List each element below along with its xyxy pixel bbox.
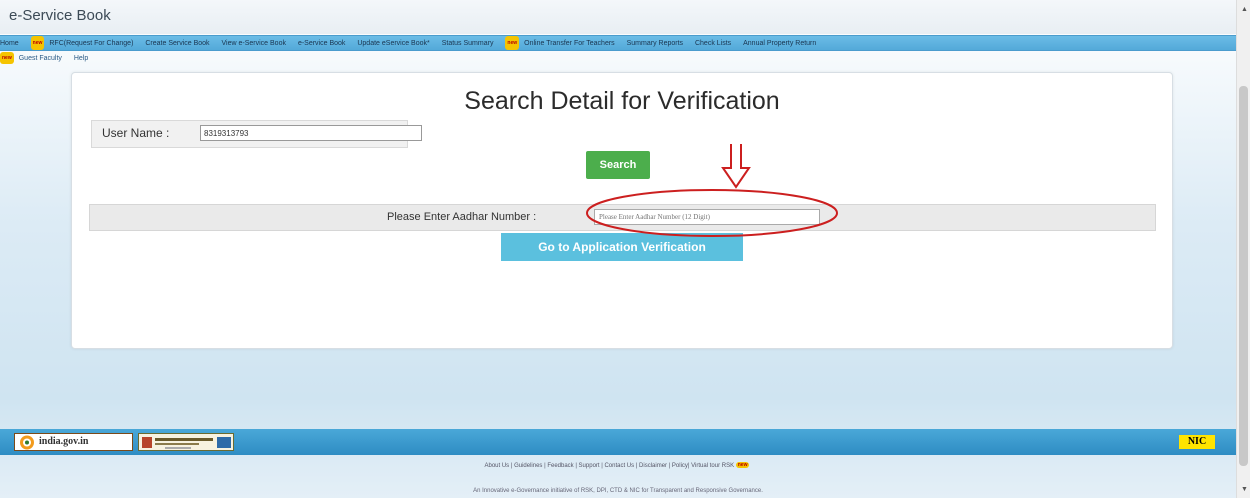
india-gov-logo[interactable]: india.gov.in — [14, 433, 133, 451]
new-badge-icon: new — [505, 36, 520, 50]
app-title: e-Service Book — [9, 7, 111, 24]
india-emblem-icon — [20, 435, 34, 450]
nav-item-guest-faculty[interactable]: new Guest Faculty — [0, 52, 67, 65]
user-name-label: User Name : — [102, 126, 170, 140]
campaign-logo[interactable] — [138, 433, 234, 451]
aadhar-label: Please Enter Aadhar Number : — [387, 211, 537, 223]
nav-item-online-transfer[interactable]: new Online Transfer For Teachers — [505, 36, 619, 50]
secondary-nav: new Guest Faculty Help — [0, 52, 1236, 64]
main-nav: Home new RFC(Request For Change) Create S… — [0, 35, 1236, 51]
nav-item-create-service-book[interactable]: Create Service Book — [145, 37, 214, 50]
nav-item-update-eservice-book[interactable]: Update eService Book* — [357, 37, 434, 50]
scroll-up-icon[interactable]: ▲ — [1241, 6, 1248, 13]
page-title: Search Detail for Verification — [464, 87, 780, 115]
user-name-input[interactable] — [200, 125, 422, 141]
nav-item-rfc[interactable]: new RFC(Request For Change) — [30, 36, 139, 50]
nav-item-home[interactable]: Home — [0, 37, 24, 50]
nav-item-view-eservice-book[interactable]: View e-Service Book — [222, 37, 291, 50]
india-gov-logo-text: india.gov.in — [39, 436, 89, 447]
new-badge-icon: new — [30, 36, 45, 50]
search-button[interactable]: Search — [586, 151, 650, 179]
scroll-down-icon[interactable]: ▼ — [1241, 486, 1248, 493]
new-badge-icon: new — [735, 462, 750, 468]
nav-item-annual-property-return[interactable]: Annual Property Return — [743, 37, 821, 50]
page: e-Service Book Home new RFC(Request For C… — [0, 0, 1236, 498]
user-name-row: User Name : — [91, 120, 422, 148]
nav-item-check-lists[interactable]: Check Lists — [695, 37, 736, 50]
nav-item-help[interactable]: Help — [74, 53, 93, 65]
campaign-banner-icon — [142, 437, 231, 449]
annotation-arrow-icon — [721, 144, 751, 189]
nav-item-status-summary[interactable]: Status Summary — [442, 37, 499, 50]
vertical-scrollbar[interactable]: ▲ ▼ — [1236, 0, 1250, 498]
footer-bar: india.gov.in NIC — [0, 429, 1236, 455]
title-bar: e-Service Book — [0, 0, 1236, 34]
new-badge-icon: new — [0, 52, 14, 64]
footer-tagline: An Innovative e-Governance initiative of… — [473, 488, 763, 494]
scrollbar-thumb[interactable] — [1239, 86, 1248, 466]
footer-links[interactable]: About Us | Guidelines | Feedback | Suppo… — [0, 462, 1236, 469]
nav-item-summary-reports[interactable]: Summary Reports — [627, 37, 688, 50]
annotation-ellipse-icon — [586, 189, 838, 237]
nav-item-eservice-book[interactable]: e-Service Book — [298, 37, 350, 50]
nic-logo[interactable]: NIC — [1179, 435, 1215, 449]
